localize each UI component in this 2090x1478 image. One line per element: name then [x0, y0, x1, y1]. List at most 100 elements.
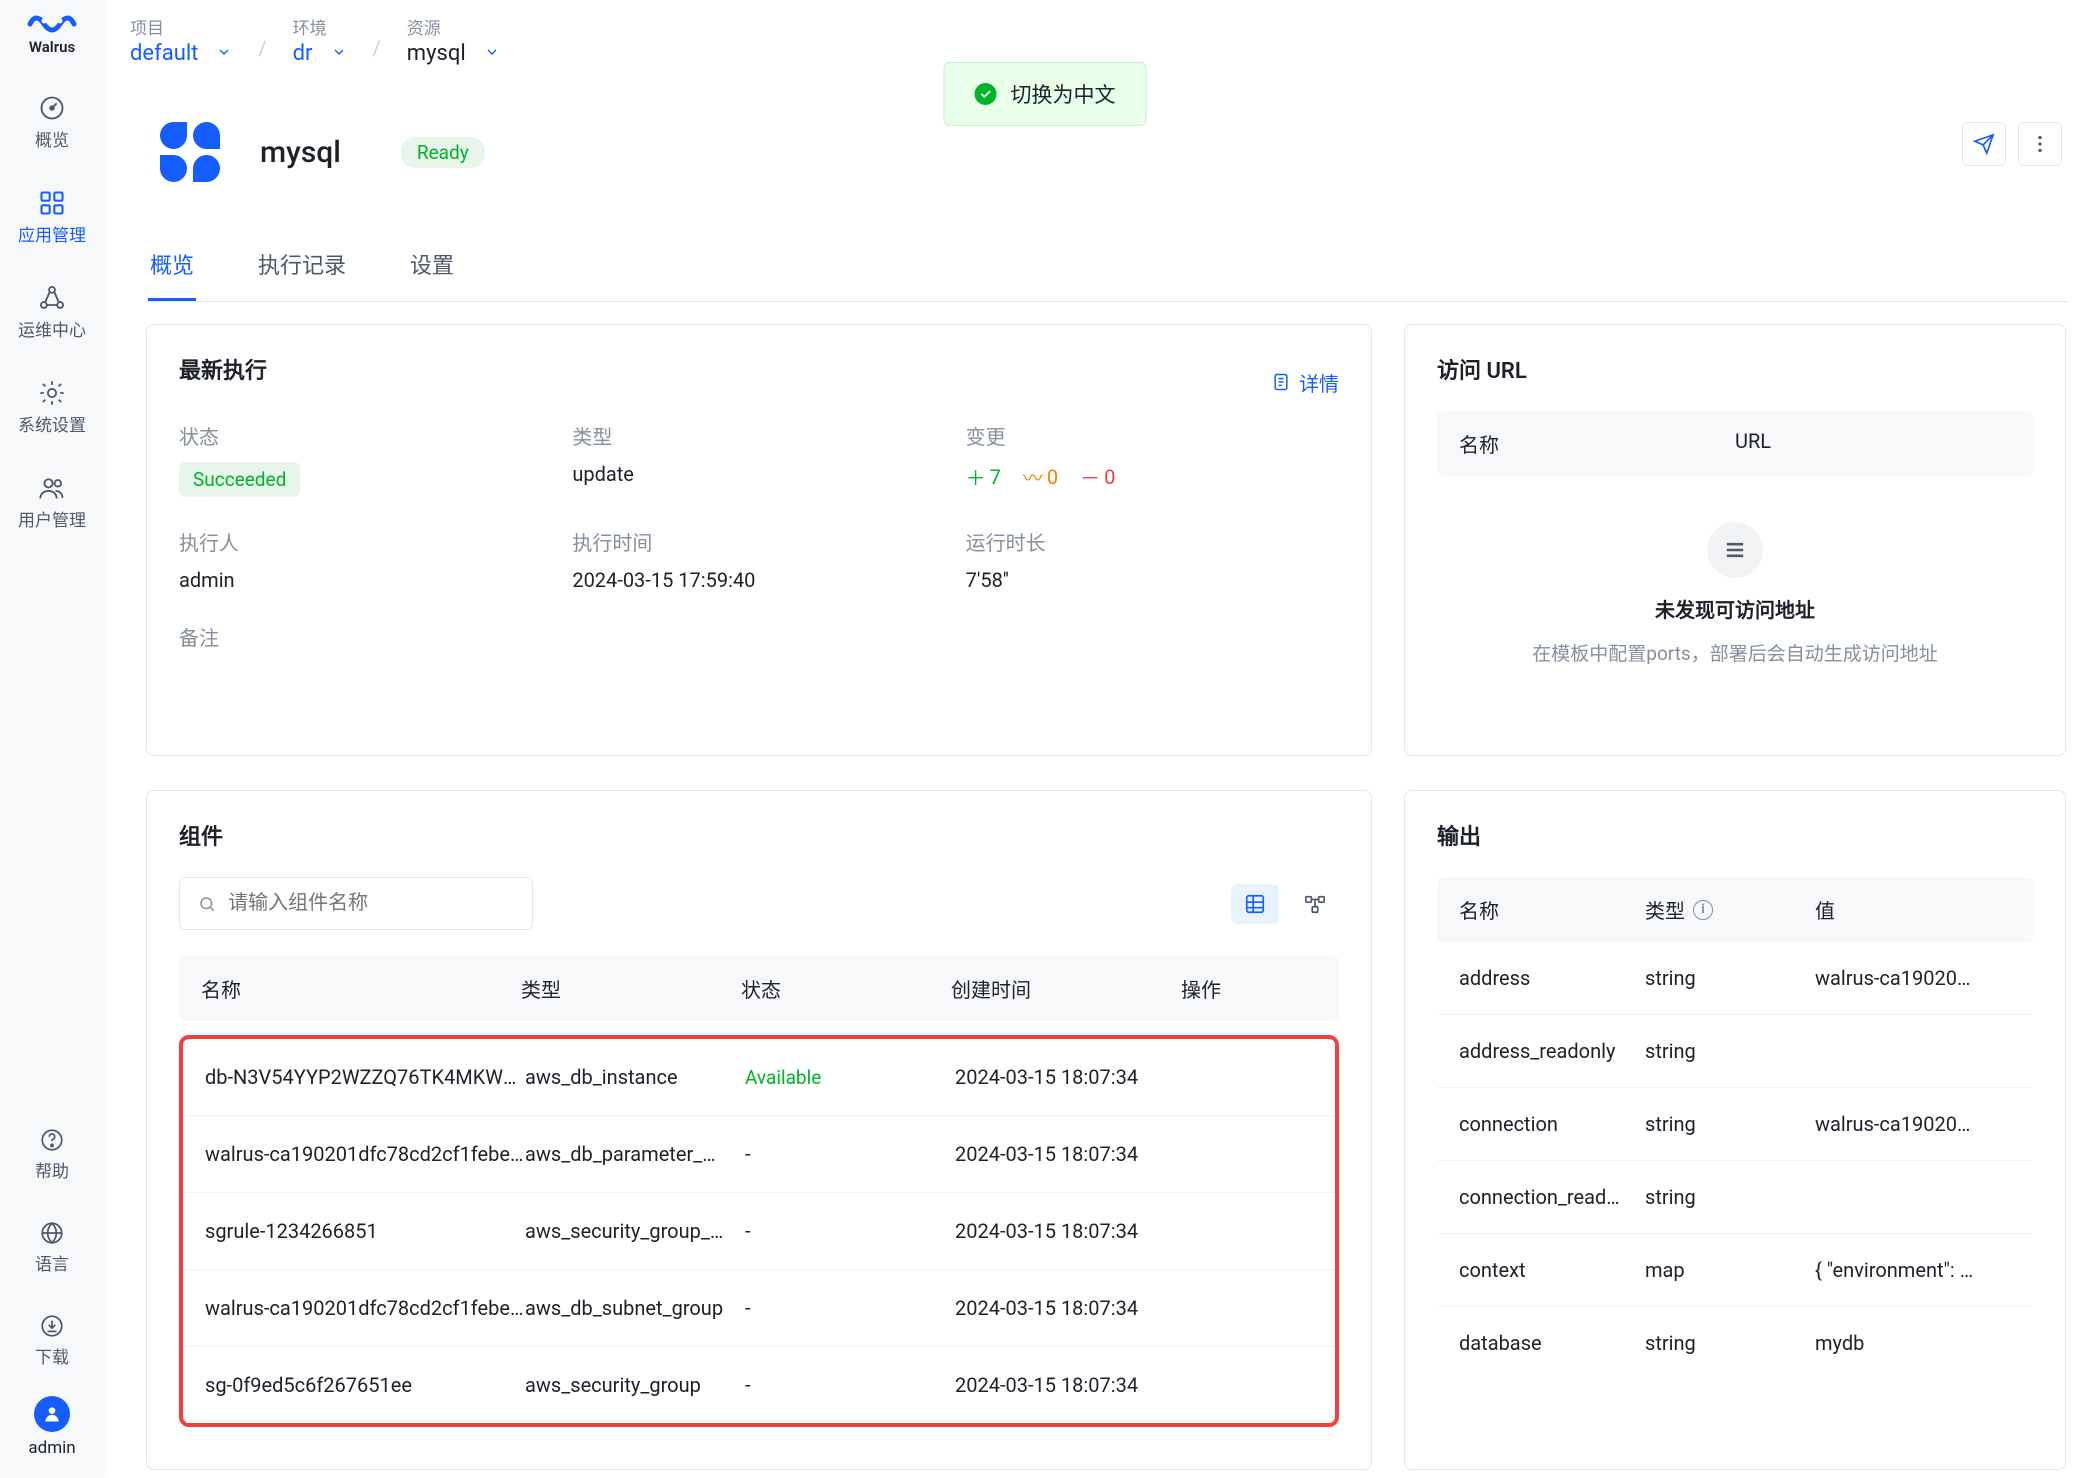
output-row[interactable]: connection_read… string [1437, 1161, 2033, 1234]
duration-label: 运行时长 [966, 527, 1339, 556]
out-cell-value: { "environment": … [1815, 1258, 2011, 1282]
table-row[interactable]: sgrule-1234266851 aws_security_group_… -… [183, 1193, 1335, 1270]
nav-users-label: 用户管理 [18, 506, 86, 531]
table-row[interactable]: db-N3V54YYP2WZZQ76TK4MKWK… aws_db_instan… [183, 1039, 1335, 1116]
view-graph-button[interactable] [1291, 884, 1339, 924]
output-row[interactable]: address_readonly string [1437, 1015, 2033, 1088]
executor-value: admin [179, 568, 552, 592]
out-th-type: 类型i [1645, 895, 1815, 924]
nav-users[interactable]: 用户管理 [12, 464, 92, 541]
status-badge: Ready [401, 137, 485, 168]
details-link[interactable]: 详情 [1271, 368, 1339, 397]
cell-status: - [745, 1296, 955, 1320]
table-row[interactable]: walrus-ca190201dfc78cd2cf1febe23… aws_db… [183, 1116, 1335, 1193]
nav-ops[interactable]: 运维中心 [12, 274, 92, 351]
url-table-header: 名称 URL [1437, 411, 2033, 476]
bc-sep: / [373, 36, 381, 66]
chevron-down-icon [484, 42, 500, 66]
cell-type: aws_db_instance [525, 1065, 745, 1089]
empty-title: 未发现可访问地址 [1655, 594, 1815, 623]
cell-created: 2024-03-15 18:07:34 [955, 1373, 1185, 1397]
bc-res-value: mysql [407, 41, 466, 66]
help-icon [39, 1127, 65, 1153]
bc-env-value: dr [293, 41, 313, 66]
out-title: 输出 [1437, 819, 2033, 851]
out-cell-type: string [1645, 966, 1815, 990]
cell-name: sg-0f9ed5c6f267651ee [205, 1373, 525, 1397]
out-cell-type: map [1645, 1258, 1815, 1282]
output-row[interactable]: connection string walrus-ca19020… [1437, 1088, 2033, 1161]
nav-overview-label: 概览 [35, 126, 69, 151]
th-created: 创建时间 [951, 974, 1181, 1003]
download-icon [39, 1313, 65, 1339]
url-col-name: 名称 [1459, 429, 1735, 458]
nav-download[interactable]: 下载 [12, 1303, 92, 1378]
chevron-down-icon [331, 42, 347, 66]
user-avatar[interactable] [34, 1396, 70, 1432]
cell-ops [1185, 1373, 1313, 1397]
nav-apps[interactable]: 应用管理 [12, 179, 92, 256]
nav-lang-label: 语言 [35, 1250, 69, 1275]
info-icon[interactable]: i [1693, 900, 1713, 920]
nav-settings[interactable]: 系统设置 [12, 369, 92, 446]
out-cell-type: string [1645, 1185, 1815, 1209]
globe-icon [39, 1220, 65, 1246]
bc-project-select[interactable]: default [130, 41, 232, 66]
deploy-button[interactable] [1962, 122, 2006, 166]
out-cell-name: context [1459, 1258, 1645, 1282]
cell-created: 2024-03-15 18:07:34 [955, 1296, 1185, 1320]
exectime-value: 2024-03-15 17:59:40 [572, 568, 945, 592]
comp-table-header: 名称 类型 状态 创建时间 操作 [179, 956, 1339, 1021]
out-th-name: 名称 [1459, 895, 1645, 924]
cell-name: sgrule-1234266851 [205, 1219, 525, 1243]
logo[interactable]: Walrus [22, 8, 82, 56]
cell-created: 2024-03-15 18:07:34 [955, 1219, 1185, 1243]
breadcrumb: 项目 default / 环境 dr / 资源 mysql [130, 14, 500, 66]
out-cell-name: address_readonly [1459, 1039, 1645, 1063]
out-cell-value [1815, 1185, 2011, 1209]
nodes-icon [38, 284, 66, 312]
toast-text: 切换为中文 [1011, 79, 1116, 109]
type-label: 类型 [572, 421, 945, 450]
users-icon [38, 474, 66, 502]
bc-res-select[interactable]: mysql [407, 41, 500, 66]
bc-env-select[interactable]: dr [293, 41, 347, 66]
cell-type: aws_db_subnet_group [525, 1296, 745, 1320]
nav-overview[interactable]: 概览 [12, 84, 92, 161]
more-button[interactable] [2018, 122, 2062, 166]
empty-state: 未发现可访问地址 在模板中配置ports，部署后会自动生成访问地址 [1437, 522, 2033, 666]
list-icon [1707, 522, 1763, 578]
page-title: mysql [260, 135, 341, 170]
search-input[interactable] [228, 892, 514, 915]
tab-overview[interactable]: 概览 [148, 248, 196, 301]
table-row[interactable]: walrus-ca190201dfc78cd2cf1febe23… aws_db… [183, 1270, 1335, 1347]
output-row[interactable]: database string mydb [1437, 1307, 2033, 1379]
status-label: 状态 [179, 421, 552, 450]
output-card: 输出 名称 类型i 值 address string walrus-ca1902… [1404, 790, 2066, 1470]
output-row[interactable]: address string walrus-ca19020… [1437, 942, 2033, 1015]
table-row[interactable]: sg-0f9ed5c6f267651ee aws_security_group … [183, 1347, 1335, 1423]
change-mod: 〰0 [1023, 462, 1058, 491]
url-col-url: URL [1735, 429, 2011, 458]
empty-sub: 在模板中配置ports，部署后会自动生成访问地址 [1532, 639, 1937, 666]
cell-status: - [745, 1219, 955, 1243]
cell-type: aws_security_group [525, 1373, 745, 1397]
url-card: 访问 URL 名称 URL 未发现可访问地址 在模板中配置ports，部署后会自… [1404, 324, 2066, 756]
tab-settings[interactable]: 设置 [408, 248, 456, 301]
bc-project-value: default [130, 41, 198, 66]
executor-label: 执行人 [179, 527, 552, 556]
output-row[interactable]: context map { "environment": … [1437, 1234, 2033, 1307]
grid-icon [38, 189, 66, 217]
bc-env-label: 环境 [293, 14, 347, 39]
gear-icon [38, 379, 66, 407]
tab-runs[interactable]: 执行记录 [256, 248, 348, 301]
th-name: 名称 [201, 974, 521, 1003]
user-name: admin [28, 1438, 75, 1458]
out-cell-name: connection_read… [1459, 1185, 1645, 1209]
chevron-down-icon [216, 42, 232, 66]
nav-help[interactable]: 帮助 [12, 1117, 92, 1192]
nav-lang[interactable]: 语言 [12, 1210, 92, 1285]
th-ops: 操作 [1181, 974, 1317, 1003]
cell-name: db-N3V54YYP2WZZQ76TK4MKWK… [205, 1065, 525, 1089]
view-table-button[interactable] [1231, 884, 1279, 924]
